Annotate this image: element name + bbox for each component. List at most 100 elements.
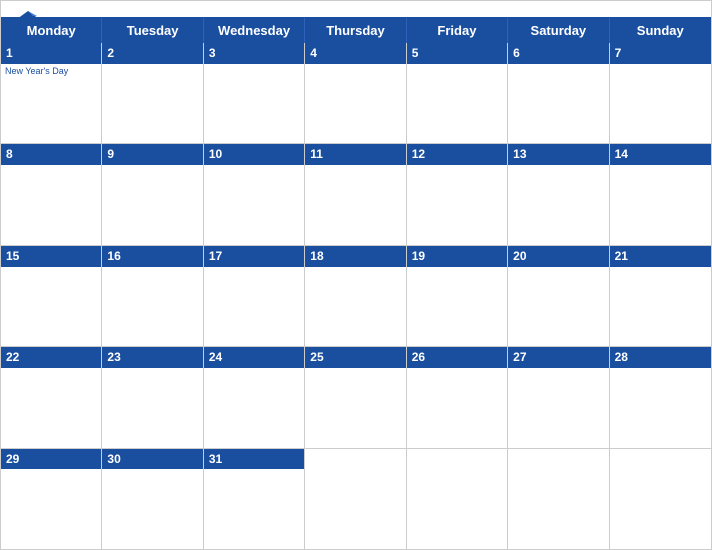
week-row-3: 15161718192021	[1, 246, 711, 347]
header-sunday: Sunday	[610, 18, 711, 43]
day-content	[610, 165, 711, 245]
day-number: 2	[102, 43, 202, 64]
day-content	[305, 368, 405, 448]
day-number: 27	[508, 347, 608, 368]
header-thursday: Thursday	[305, 18, 406, 43]
weeks-container: 1New Year's Day2345678910111213141516171…	[1, 43, 711, 549]
day-content	[1, 368, 101, 448]
day-content	[204, 469, 304, 549]
day-cell: 16	[102, 246, 203, 346]
day-number: 20	[508, 246, 608, 267]
day-number: 14	[610, 144, 711, 165]
day-cell: 14	[610, 144, 711, 244]
day-cell: 28	[610, 347, 711, 447]
day-content	[102, 267, 202, 347]
day-number: 4	[305, 43, 405, 64]
day-cell: 24	[204, 347, 305, 447]
day-number: 16	[102, 246, 202, 267]
day-number: 5	[407, 43, 507, 64]
day-number: 24	[204, 347, 304, 368]
day-content	[508, 368, 608, 448]
day-cell: 29	[1, 449, 102, 549]
day-content	[204, 64, 304, 144]
day-number: 8	[1, 144, 101, 165]
day-content	[610, 368, 711, 448]
day-content	[407, 453, 507, 549]
day-content	[407, 165, 507, 245]
day-number: 10	[204, 144, 304, 165]
day-content	[305, 267, 405, 347]
week-row-4: 22232425262728	[1, 347, 711, 448]
day-cell: 5	[407, 43, 508, 143]
header-friday: Friday	[407, 18, 508, 43]
day-number: 15	[1, 246, 101, 267]
day-content	[1, 267, 101, 347]
week-row-1: 1New Year's Day234567	[1, 43, 711, 144]
day-number: 12	[407, 144, 507, 165]
day-content	[407, 64, 507, 144]
day-cell: 12	[407, 144, 508, 244]
day-cell: 25	[305, 347, 406, 447]
day-cell: 11	[305, 144, 406, 244]
day-cell	[305, 449, 406, 549]
day-content	[610, 453, 711, 549]
day-content	[508, 165, 608, 245]
week-row-2: 891011121314	[1, 144, 711, 245]
day-cell	[610, 449, 711, 549]
day-cell: 3	[204, 43, 305, 143]
day-content	[610, 267, 711, 347]
logo-bird-icon	[17, 9, 39, 27]
day-cell: 7	[610, 43, 711, 143]
day-content	[102, 469, 202, 549]
day-headers: Monday Tuesday Wednesday Thursday Friday…	[1, 18, 711, 43]
day-content	[1, 165, 101, 245]
day-cell: 2	[102, 43, 203, 143]
day-number: 26	[407, 347, 507, 368]
day-number: 18	[305, 246, 405, 267]
day-cell: 20	[508, 246, 609, 346]
day-content	[508, 64, 608, 144]
day-number: 1	[1, 43, 101, 64]
day-content	[305, 64, 405, 144]
day-cell: 8	[1, 144, 102, 244]
day-cell: 13	[508, 144, 609, 244]
day-content: New Year's Day	[1, 64, 101, 144]
day-cell: 9	[102, 144, 203, 244]
day-cell: 1New Year's Day	[1, 43, 102, 143]
day-cell: 10	[204, 144, 305, 244]
day-cell: 19	[407, 246, 508, 346]
day-content	[407, 368, 507, 448]
day-cell	[508, 449, 609, 549]
logo	[17, 9, 41, 27]
calendar: Monday Tuesday Wednesday Thursday Friday…	[0, 0, 712, 550]
day-number: 19	[407, 246, 507, 267]
header-saturday: Saturday	[508, 18, 609, 43]
day-cell: 23	[102, 347, 203, 447]
day-content	[610, 64, 711, 144]
week-row-5: 293031	[1, 449, 711, 549]
day-cell: 17	[204, 246, 305, 346]
day-cell: 27	[508, 347, 609, 447]
day-number: 22	[1, 347, 101, 368]
day-content	[102, 368, 202, 448]
day-number: 30	[102, 449, 202, 470]
calendar-grid: Monday Tuesday Wednesday Thursday Friday…	[1, 17, 711, 549]
day-content	[508, 267, 608, 347]
day-number: 9	[102, 144, 202, 165]
day-number: 31	[204, 449, 304, 470]
day-content	[407, 267, 507, 347]
day-number: 3	[204, 43, 304, 64]
day-number: 17	[204, 246, 304, 267]
day-content	[1, 469, 101, 549]
day-cell: 21	[610, 246, 711, 346]
day-number: 21	[610, 246, 711, 267]
day-content	[305, 453, 405, 549]
day-cell	[407, 449, 508, 549]
day-content	[204, 165, 304, 245]
day-cell: 6	[508, 43, 609, 143]
day-cell: 26	[407, 347, 508, 447]
day-number: 25	[305, 347, 405, 368]
day-number: 13	[508, 144, 608, 165]
header-tuesday: Tuesday	[102, 18, 203, 43]
day-number: 7	[610, 43, 711, 64]
